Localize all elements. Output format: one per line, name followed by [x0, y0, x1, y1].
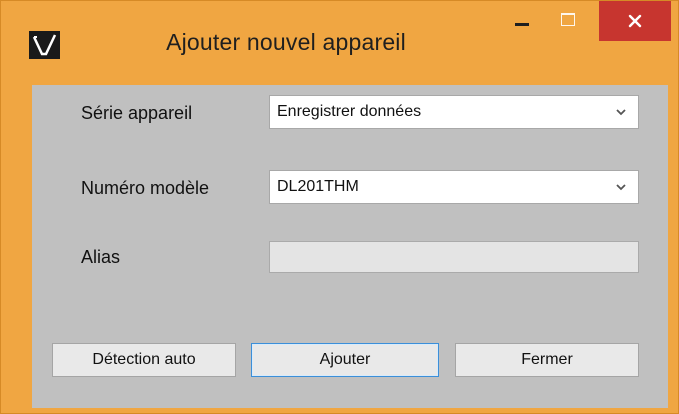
close-window-button[interactable]: [599, 1, 671, 41]
serie-select[interactable]: Enregistrer données: [269, 95, 639, 129]
alias-label: Alias: [81, 247, 121, 267]
serie-label: Série appareil: [81, 103, 193, 123]
dialog-content: Série appareil Enregistrer données Numér…: [32, 85, 668, 408]
maximize-icon: [561, 12, 575, 26]
close-button[interactable]: Fermer: [455, 343, 639, 377]
dialog-window: Ajouter nouvel appareil Série appareil E…: [0, 0, 679, 414]
add-button[interactable]: Ajouter: [251, 343, 439, 377]
maximize-button[interactable]: [545, 1, 591, 41]
close-icon: [628, 14, 642, 28]
auto-detect-button[interactable]: Détection auto: [52, 343, 236, 377]
serie-select-value: Enregistrer données: [277, 103, 422, 120]
chevron-down-icon: [616, 109, 626, 116]
title-bar[interactable]: Ajouter nouvel appareil: [1, 1, 678, 87]
modele-label: Numéro modèle: [81, 178, 210, 198]
window-title: Ajouter nouvel appareil: [166, 29, 406, 55]
alias-input[interactable]: [269, 241, 639, 273]
minimize-button[interactable]: [499, 1, 545, 41]
chevron-down-icon: [616, 184, 626, 191]
minimize-icon: [515, 22, 529, 26]
modele-select-value: DL201THM: [277, 178, 359, 195]
modele-select[interactable]: DL201THM: [269, 170, 639, 204]
